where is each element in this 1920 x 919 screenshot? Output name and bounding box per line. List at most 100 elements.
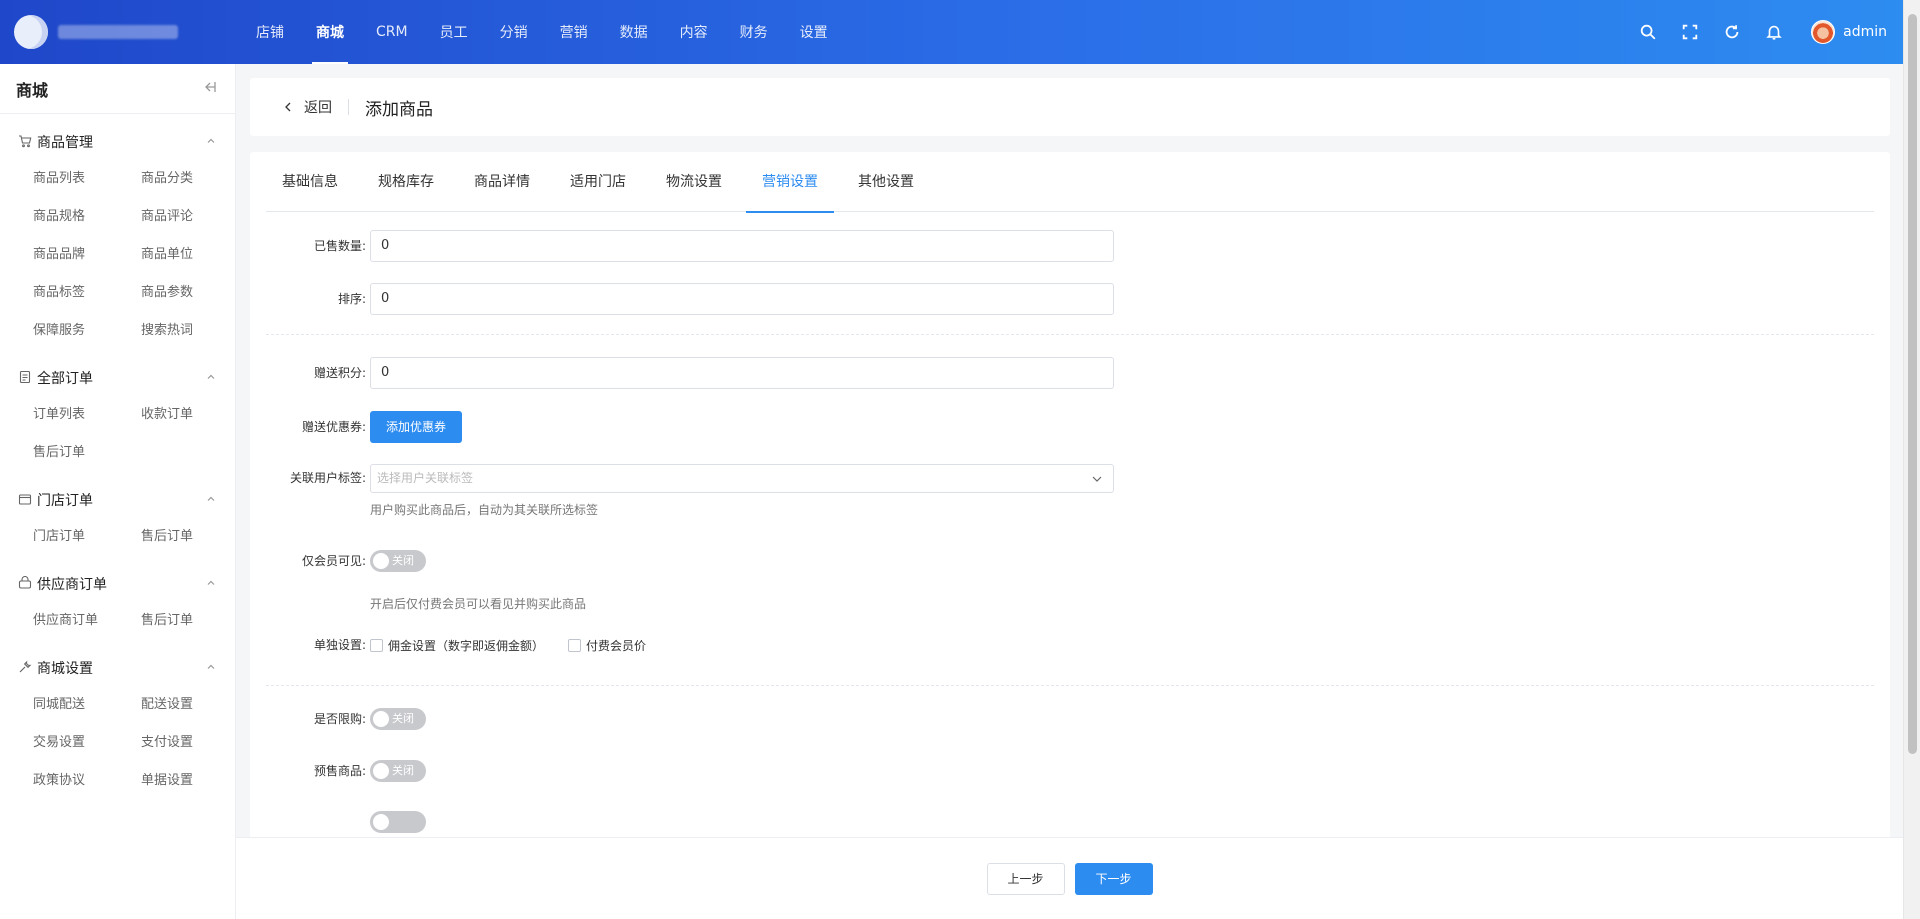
sidebar-item-product-spec[interactable]: 商品规格 [33, 198, 141, 236]
menu-group-orders: 全部订单 订单列表 收款订单 售后订单 [0, 350, 235, 472]
user-name[interactable]: admin [1843, 24, 1887, 40]
top-nav-item-data[interactable]: 数据 [604, 0, 664, 64]
tab-bar: 基础信息 规格库存 商品详情 适用门店 物流设置 营销设置 其他设置 [266, 152, 1874, 213]
tab-product-detail[interactable]: 商品详情 [458, 152, 546, 212]
member-only-label: 仅会员可见: [301, 554, 366, 568]
menu-group-head[interactable]: 供应商订单 [0, 566, 235, 602]
sidebar-item-product-review[interactable]: 商品评论 [141, 198, 249, 236]
menu-group-label: 商城设置 [37, 661, 93, 677]
commission-checkbox[interactable]: 佣金设置（数字即返佣金额） [370, 637, 544, 654]
store-icon [18, 492, 37, 509]
sidebar-item-payment-orders[interactable]: 收款订单 [141, 396, 249, 434]
member-price-checkbox[interactable]: 付费会员价 [568, 637, 646, 654]
top-nav-item-content[interactable]: 内容 [664, 0, 724, 64]
chevron-up-icon [205, 371, 217, 386]
top-nav-item-settings[interactable]: 设置 [784, 0, 844, 64]
sort-input[interactable]: 0 [370, 283, 1114, 315]
form-row-separate-settings: 单独设置: 佣金设置（数字即返佣金额） 付费会员价 [250, 629, 1114, 661]
partial-toggle[interactable] [370, 811, 426, 833]
coupon-label: 赠送优惠券: [301, 420, 366, 434]
sidebar-item-store-aftersale[interactable]: 售后订单 [141, 518, 249, 556]
tab-basic-info[interactable]: 基础信息 [266, 152, 354, 212]
chevron-up-icon [205, 661, 217, 676]
fullscreen-icon[interactable] [1669, 0, 1711, 64]
bell-icon[interactable] [1753, 0, 1795, 64]
tab-applicable-stores[interactable]: 适用门店 [554, 152, 642, 212]
chevron-down-icon [1092, 476, 1102, 482]
sidebar-item-guarantee[interactable]: 保障服务 [33, 312, 141, 350]
form-row-sold-count: 已售数量: 0 [250, 230, 1114, 262]
menu-group-head[interactable]: 商品管理 [0, 124, 235, 160]
scrollbar-thumb[interactable] [1908, 14, 1917, 754]
chevron-up-icon [205, 577, 217, 592]
back-button[interactable]: 返回 [282, 97, 332, 117]
cart-icon [18, 134, 37, 151]
checkbox-box [370, 638, 383, 652]
top-nav: 店铺 商城 CRM 员工 分销 营销 数据 内容 财务 设置 [240, 0, 844, 64]
collapse-sidebar-icon[interactable] [201, 79, 217, 98]
page-title: 添加商品 [365, 99, 433, 120]
sidebar-item-product-unit[interactable]: 商品单位 [141, 236, 249, 274]
next-step-button[interactable]: 下一步 [1074, 862, 1153, 895]
tab-logistics[interactable]: 物流设置 [650, 152, 738, 212]
tab-other[interactable]: 其他设置 [842, 152, 930, 212]
member-only-toggle[interactable]: 关闭 [370, 550, 426, 572]
page-scrollbar[interactable] [1903, 0, 1920, 919]
checkbox-box [568, 638, 582, 652]
sidebar-item-payment-settings[interactable]: 支付设置 [141, 724, 249, 762]
top-nav-item-crm[interactable]: CRM [360, 0, 424, 64]
top-nav-item-store[interactable]: 店铺 [240, 0, 300, 64]
sidebar-item-trade-settings[interactable]: 交易设置 [33, 724, 141, 762]
user-tag-select[interactable]: 选择用户关联标签 [370, 464, 1114, 493]
search-icon[interactable] [1627, 0, 1669, 64]
sidebar-item-product-param[interactable]: 商品参数 [141, 274, 249, 312]
add-coupon-button[interactable]: 添加优惠券 [370, 411, 463, 443]
form-row-limit: 是否限购: 关闭 [250, 703, 1114, 735]
tab-marketing[interactable]: 营销设置 [746, 152, 834, 213]
separate-label: 单独设置: [313, 638, 366, 652]
header-actions: admin [1627, 0, 1887, 64]
points-label: 赠送积分: [313, 366, 366, 380]
refresh-icon[interactable] [1711, 0, 1753, 64]
sold-count-input[interactable]: 0 [370, 230, 1114, 262]
sidebar-item-delivery-settings[interactable]: 配送设置 [141, 686, 249, 724]
points-input[interactable]: 0 [370, 357, 1114, 389]
logo-mark [14, 15, 48, 49]
sidebar-item-local-delivery[interactable]: 同城配送 [33, 686, 141, 724]
sidebar-item-order-list[interactable]: 订单列表 [33, 396, 141, 434]
menu-group-label: 商品管理 [37, 135, 93, 151]
sidebar-item-product-tag[interactable]: 商品标签 [33, 274, 141, 312]
sidebar-item-store-orders[interactable]: 门店订单 [33, 518, 141, 556]
sidebar-item-supplier-orders[interactable]: 供应商订单 [33, 602, 141, 640]
top-nav-item-distribution[interactable]: 分销 [484, 0, 544, 64]
top-nav-item-marketing[interactable]: 营销 [544, 0, 604, 64]
menu-group-mall-settings: 商城设置 同城配送 配送设置 交易设置 支付设置 政策协议 单据设置 [0, 640, 235, 800]
menu-group-head[interactable]: 全部订单 [0, 360, 235, 396]
sidebar-item-hot-search[interactable]: 搜索热词 [141, 312, 249, 350]
member-price-label: 付费会员价 [586, 638, 647, 653]
sidebar-item-receipt-settings[interactable]: 单据设置 [141, 762, 249, 800]
brand-logo[interactable] [0, 0, 240, 64]
sold-count-label: 已售数量: [313, 239, 366, 253]
sidebar-item-aftersale-orders[interactable]: 售后订单 [33, 434, 141, 472]
limit-toggle[interactable]: 关闭 [370, 708, 426, 730]
top-nav-item-finance[interactable]: 财务 [724, 0, 784, 64]
menu-group-head[interactable]: 商城设置 [0, 650, 235, 686]
menu-group-label: 全部订单 [37, 371, 93, 387]
sidebar-item-policy[interactable]: 政策协议 [33, 762, 141, 800]
tab-spec-stock[interactable]: 规格库存 [362, 152, 450, 212]
sidebar: 商城 商品管理 商品列表 商品分类 商品规格 商品评论 商品品牌 商品单位 商品… [0, 64, 236, 919]
commission-label: 佣金设置（数字即返佣金额） [388, 638, 545, 653]
avatar[interactable] [1811, 20, 1836, 44]
top-nav-item-mall[interactable]: 商城 [300, 0, 360, 64]
supplier-icon [18, 575, 37, 593]
sidebar-item-product-list[interactable]: 商品列表 [33, 160, 141, 198]
sidebar-item-product-brand[interactable]: 商品品牌 [33, 236, 141, 274]
sidebar-item-product-category[interactable]: 商品分类 [141, 160, 249, 198]
presale-toggle[interactable]: 关闭 [370, 760, 426, 782]
prev-step-button[interactable]: 上一步 [986, 862, 1065, 895]
limit-label: 是否限购: [313, 712, 366, 726]
menu-group-head[interactable]: 门店订单 [0, 482, 235, 518]
sidebar-item-supplier-aftersale[interactable]: 售后订单 [141, 602, 249, 640]
top-nav-item-staff[interactable]: 员工 [424, 0, 484, 64]
